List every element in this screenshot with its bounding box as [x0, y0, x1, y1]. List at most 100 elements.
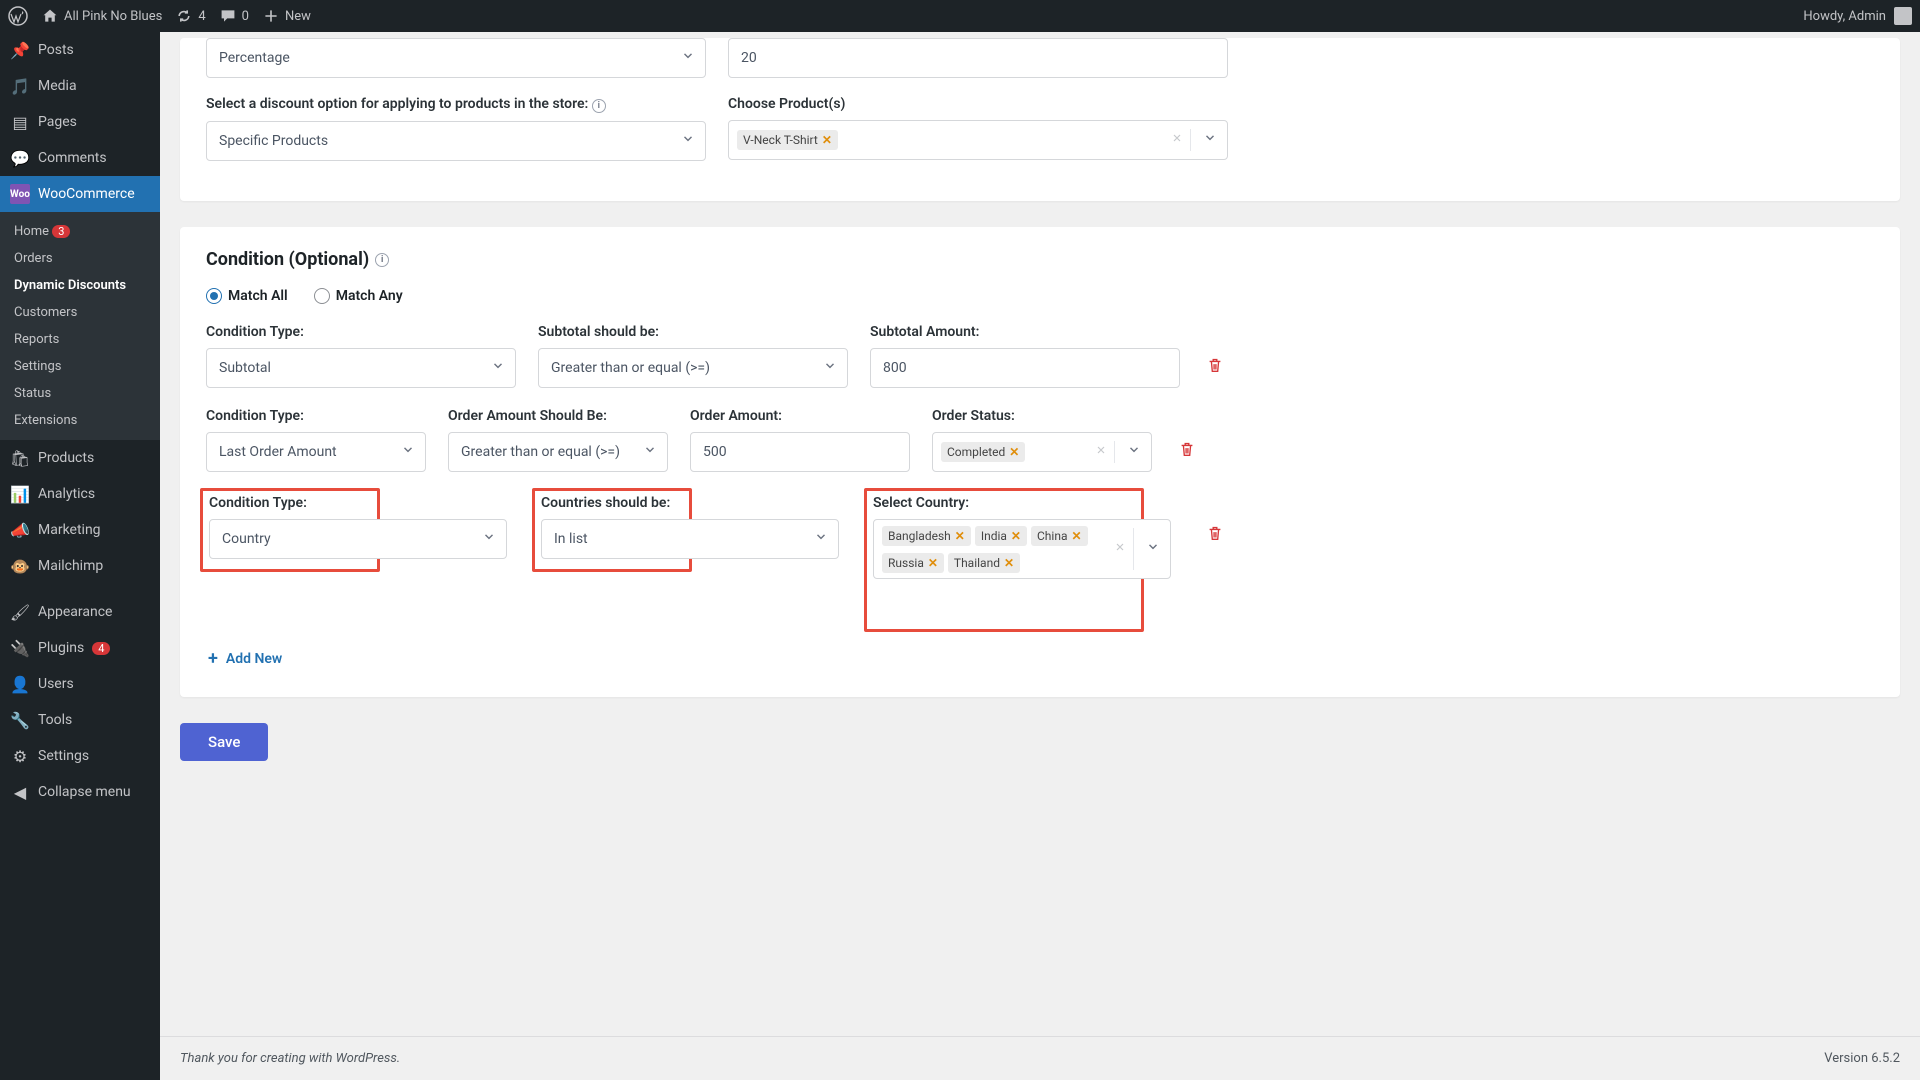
- chevron-down-icon: [1203, 131, 1217, 149]
- menu-analytics[interactable]: 📊Analytics: [0, 476, 160, 512]
- cond1-type-label: Condition Type:: [206, 324, 516, 340]
- product-tag: V-Neck T-Shirt✕: [737, 130, 838, 150]
- clear-icon[interactable]: [1095, 444, 1107, 460]
- add-condition-button[interactable]: +Add New: [206, 642, 284, 675]
- collapse-menu[interactable]: ◀Collapse menu: [0, 774, 160, 810]
- wp-logo[interactable]: [8, 6, 28, 26]
- comments-count: 0: [242, 9, 249, 24]
- cond3-op-select[interactable]: In list: [541, 519, 839, 559]
- condition-row-2: Condition Type: Last Order Amount Order …: [206, 408, 1874, 472]
- country-tag: China✕: [1031, 526, 1088, 546]
- cond3-delete[interactable]: [1202, 516, 1228, 554]
- menu-plugins[interactable]: 🔌Plugins 4: [0, 630, 160, 666]
- clear-icon[interactable]: [1171, 132, 1183, 148]
- updates-link[interactable]: 4: [176, 8, 205, 24]
- cond3-sel-label: Select Country:: [873, 495, 1135, 511]
- sub-orders[interactable]: Orders: [0, 245, 160, 272]
- cond2-status-select[interactable]: Completed✕: [932, 432, 1152, 472]
- sub-dynamic-discounts[interactable]: Dynamic Discounts: [0, 272, 160, 299]
- plugin-icon: 🔌: [10, 638, 30, 658]
- footer-thanks: Thank you for creating with WordPress.: [180, 1051, 400, 1066]
- cond2-type-select[interactable]: Last Order Amount: [206, 432, 426, 472]
- admin-footer: Thank you for creating with WordPress. V…: [160, 1036, 1920, 1080]
- clear-icon[interactable]: [1114, 541, 1126, 557]
- discount-type-select[interactable]: Percentage: [206, 38, 706, 78]
- wrench-icon: 🔧: [10, 710, 30, 730]
- cond3-op-label: Countries should be:: [541, 495, 683, 511]
- menu-tools[interactable]: 🔧Tools: [0, 702, 160, 738]
- pin-icon: 📌: [10, 40, 30, 60]
- cond3-country-select[interactable]: Bangladesh✕ India✕ China✕ Russia✕ Thaila…: [873, 519, 1171, 579]
- tag-remove[interactable]: ✕: [1004, 556, 1014, 570]
- new-link[interactable]: New: [263, 8, 311, 24]
- chevron-down-icon: [1146, 540, 1160, 558]
- match-any-radio[interactable]: Match Any: [314, 288, 403, 304]
- avatar[interactable]: [1894, 7, 1912, 25]
- cond3-type-select[interactable]: Country: [209, 519, 507, 559]
- main-content: Percentage 20 Select a discount option f…: [160, 32, 1920, 1080]
- woo-submenu: Home 3 Orders Dynamic Discounts Customer…: [0, 212, 160, 440]
- sub-customers[interactable]: Customers: [0, 299, 160, 326]
- chevron-down-icon: [823, 359, 837, 377]
- menu-mailchimp[interactable]: 🐵Mailchimp: [0, 548, 160, 584]
- tag-remove[interactable]: ✕: [955, 529, 965, 543]
- sub-extensions[interactable]: Extensions: [0, 407, 160, 434]
- radio-checked-icon: [206, 288, 222, 304]
- cond2-delete[interactable]: [1174, 432, 1200, 470]
- page-icon: ▤: [10, 112, 30, 132]
- new-label: New: [285, 9, 311, 24]
- tag-remove[interactable]: ✕: [928, 556, 938, 570]
- sub-settings[interactable]: Settings: [0, 353, 160, 380]
- marketing-icon: 📣: [10, 520, 30, 540]
- tag-remove[interactable]: ✕: [1011, 529, 1021, 543]
- cond1-type-select[interactable]: Subtotal: [206, 348, 516, 388]
- menu-appearance[interactable]: 🖌Appearance: [0, 594, 160, 630]
- menu-settings[interactable]: ⚙Settings: [0, 738, 160, 774]
- admin-sidebar: 📌Posts 🎵Media ▤Pages 💬Comments WooWooCom…: [0, 32, 160, 1080]
- discount-value-input[interactable]: 20: [728, 38, 1228, 78]
- menu-comments[interactable]: 💬Comments: [0, 140, 160, 176]
- cond1-amt-input[interactable]: 800: [870, 348, 1180, 388]
- tag-remove[interactable]: ✕: [1071, 529, 1081, 543]
- save-button[interactable]: Save: [180, 723, 268, 761]
- menu-media[interactable]: 🎵Media: [0, 68, 160, 104]
- discount-option-select[interactable]: Specific Products: [206, 121, 706, 161]
- tag-remove[interactable]: ✕: [822, 133, 832, 147]
- sub-reports[interactable]: Reports: [0, 326, 160, 353]
- condition-row-3: Condition Type: Country Countries should…: [206, 492, 1874, 622]
- sub-status[interactable]: Status: [0, 380, 160, 407]
- updates-count: 4: [198, 9, 205, 24]
- tag-remove[interactable]: ✕: [1009, 445, 1019, 459]
- menu-posts[interactable]: 📌Posts: [0, 32, 160, 68]
- cond1-op-select[interactable]: Greater than or equal (>=): [538, 348, 848, 388]
- site-link[interactable]: All Pink No Blues: [42, 8, 162, 24]
- users-icon: 👤: [10, 674, 30, 694]
- woo-icon: Woo: [10, 184, 30, 204]
- menu-users[interactable]: 👤Users: [0, 666, 160, 702]
- brush-icon: 🖌: [10, 602, 30, 622]
- choose-products-select[interactable]: V-Neck T-Shirt✕: [728, 120, 1228, 160]
- products-icon: 🛍: [10, 448, 30, 468]
- condition-row-1: Condition Type: Subtotal Subtotal should…: [206, 324, 1874, 388]
- chevron-down-icon: [1127, 443, 1141, 461]
- admin-bar: All Pink No Blues 4 0 New Howdy, Admin: [0, 0, 1920, 32]
- plus-icon: +: [208, 648, 218, 669]
- mailchimp-icon: 🐵: [10, 556, 30, 576]
- cond2-amt-label: Order Amount:: [690, 408, 910, 424]
- chevron-down-icon: [814, 530, 828, 548]
- cond2-op-select[interactable]: Greater than or equal (>=): [448, 432, 668, 472]
- menu-products[interactable]: 🛍Products: [0, 440, 160, 476]
- media-icon: 🎵: [10, 76, 30, 96]
- menu-pages[interactable]: ▤Pages: [0, 104, 160, 140]
- comments-link[interactable]: 0: [220, 8, 249, 24]
- cond2-amt-input[interactable]: 500: [690, 432, 910, 472]
- menu-marketing[interactable]: 📣Marketing: [0, 512, 160, 548]
- match-all-radio[interactable]: Match All: [206, 288, 288, 304]
- discount-card: Percentage 20 Select a discount option f…: [180, 38, 1900, 201]
- chevron-down-icon: [401, 443, 415, 461]
- sub-home[interactable]: Home 3: [0, 218, 160, 245]
- menu-woocommerce[interactable]: WooWooCommerce: [0, 176, 160, 212]
- cond1-delete[interactable]: [1202, 348, 1228, 386]
- howdy-text[interactable]: Howdy, Admin: [1803, 9, 1886, 24]
- chevron-down-icon: [643, 443, 657, 461]
